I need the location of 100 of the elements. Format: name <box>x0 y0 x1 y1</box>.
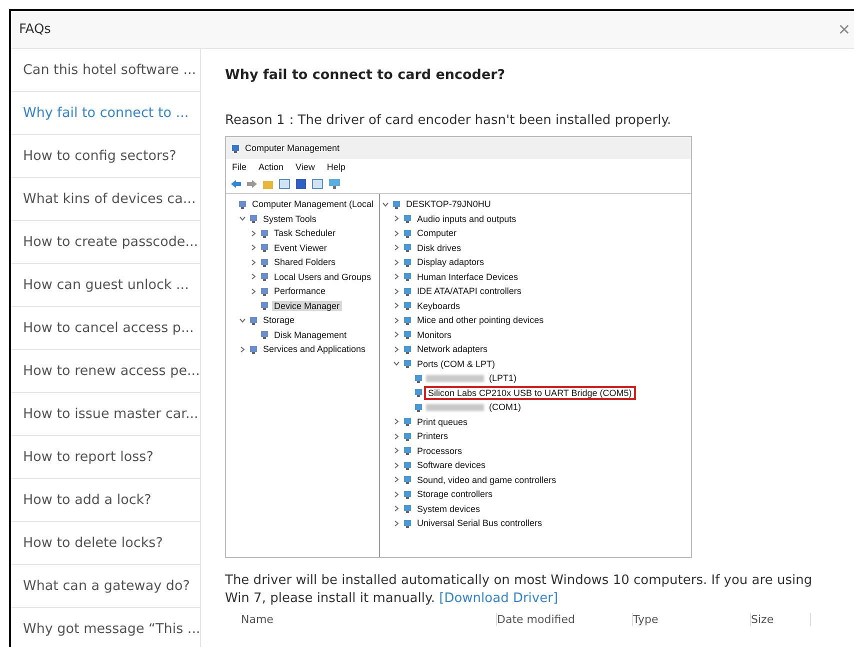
chevron-right-icon[interactable] <box>393 288 400 295</box>
device-icon <box>414 402 423 412</box>
chevron-right-icon[interactable] <box>393 244 400 252</box>
menu-item[interactable]: Help <box>326 162 346 172</box>
device-icon <box>403 417 412 426</box>
chevron-right-icon[interactable] <box>393 462 400 469</box>
device-icon <box>403 460 412 470</box>
chevron-right-icon[interactable] <box>393 505 400 512</box>
tree-item[interactable]: DESKTOP-79JN0HU <box>404 199 493 210</box>
device-icon <box>238 200 247 209</box>
tree-item[interactable]: IDE ATA/ATAPI controllers <box>415 286 524 296</box>
device-icon <box>260 286 269 296</box>
chevron-right-icon[interactable] <box>393 447 400 454</box>
tree-item[interactable]: Computer <box>415 228 459 238</box>
chevron-right-icon[interactable] <box>393 302 400 310</box>
chevron-right-icon[interactable] <box>393 346 400 353</box>
chevron-right-icon[interactable] <box>250 273 257 280</box>
column-header[interactable]: Date modified <box>497 613 633 626</box>
tree-item[interactable]: Services and Applications <box>261 344 368 354</box>
chevron-right-icon[interactable] <box>393 476 400 484</box>
device-icon <box>403 432 412 441</box>
device-icon <box>260 301 269 310</box>
tree-item[interactable]: System Tools <box>261 214 318 224</box>
chevron-right-icon[interactable] <box>250 288 257 295</box>
chevron-right-icon[interactable] <box>239 346 246 353</box>
chevron-down-icon[interactable] <box>382 200 389 208</box>
chevron-right-icon[interactable] <box>393 316 400 324</box>
back-arrow-icon[interactable] <box>231 180 241 188</box>
tree-item[interactable]: Disk Management <box>272 330 349 340</box>
tree-item[interactable]: Universal Serial Bus controllers <box>415 518 544 528</box>
tree-item[interactable]: Device Manager <box>272 300 342 311</box>
tree-item[interactable]: Display adaptors <box>415 257 486 268</box>
tree-item[interactable]: Processors <box>415 446 464 456</box>
tree-item[interactable]: Printers <box>415 431 450 442</box>
chevron-right-icon[interactable] <box>393 520 400 527</box>
chevron-right-icon[interactable] <box>250 230 257 237</box>
tree-item[interactable]: (LPT1) <box>487 373 519 384</box>
tree-item[interactable]: Software devices <box>415 460 488 470</box>
monitor-icon[interactable] <box>329 179 340 189</box>
tree-item[interactable]: Mice and other pointing devices <box>415 315 546 326</box>
chevron-down-icon[interactable] <box>239 215 246 222</box>
tree-item[interactable]: Storage <box>261 315 297 326</box>
download-driver-link[interactable]: [Download Driver] <box>439 590 558 606</box>
tree-item[interactable]: Network adapters <box>415 344 490 354</box>
tree-item[interactable]: Ports (COM & LPT) <box>415 358 498 369</box>
device-icon <box>403 243 412 252</box>
chevron-right-icon[interactable] <box>250 244 257 252</box>
tree-item[interactable]: Keyboards <box>415 300 462 311</box>
device-icon <box>403 214 412 224</box>
device-icon <box>403 301 412 310</box>
tree-item[interactable]: Disk drives <box>415 242 464 253</box>
menu-item[interactable]: File <box>232 162 247 172</box>
device-icon <box>403 272 412 282</box>
tree-item[interactable]: Print queues <box>415 416 470 427</box>
tree-item[interactable]: Silicon Labs CP210x USB to UART Bridge (COM5) <box>426 388 634 398</box>
tree-item[interactable]: Shared Folders <box>272 257 338 268</box>
chevron-right-icon[interactable] <box>393 418 400 426</box>
chevron-right-icon[interactable] <box>393 258 400 266</box>
chevron-down-icon[interactable] <box>239 316 246 324</box>
chevron-right-icon[interactable] <box>393 490 400 498</box>
chevron-right-icon[interactable] <box>393 432 400 440</box>
tree-item[interactable]: Task Scheduler <box>272 228 338 238</box>
forward-arrow-icon[interactable] <box>247 180 257 188</box>
device-icon <box>249 214 258 224</box>
chevron-right-icon[interactable] <box>393 230 400 237</box>
tree-item[interactable]: Local Users and Groups <box>272 272 374 282</box>
chevron-right-icon[interactable] <box>393 331 400 338</box>
tree-item[interactable]: Monitors <box>415 330 454 340</box>
device-icon <box>403 316 412 325</box>
device-icon <box>414 388 423 398</box>
device-icon <box>260 243 269 252</box>
chevron-right-icon[interactable] <box>393 273 400 280</box>
tree-item[interactable]: Performance <box>272 286 328 296</box>
panel-icon[interactable] <box>312 179 323 189</box>
column-header[interactable]: Type <box>633 613 751 626</box>
panel-icon[interactable] <box>279 179 290 189</box>
device-icon <box>403 330 412 340</box>
chevron-right-icon[interactable] <box>250 258 257 266</box>
device-icon <box>403 446 412 456</box>
reason-text: Reason 1：The driver of card encoder hasn't been installed properly. <box>225 112 672 129</box>
device-icon <box>249 344 258 354</box>
device-icon <box>260 228 269 238</box>
column-header[interactable]: Size <box>751 613 811 626</box>
menu-item[interactable]: View <box>296 162 315 172</box>
tree-item[interactable]: Storage controllers <box>415 489 495 500</box>
chevron-down-icon[interactable] <box>393 360 400 368</box>
tree-item[interactable]: System devices <box>415 504 482 514</box>
device-icon <box>260 330 269 340</box>
tree-item[interactable]: Sound, video and game controllers <box>415 474 558 485</box>
window-title: FAQs <box>19 22 51 37</box>
device-icon <box>260 272 269 282</box>
column-header[interactable]: Name <box>241 613 497 626</box>
tree-item[interactable]: (COM1) <box>487 402 523 412</box>
menu-item[interactable]: Action <box>258 162 284 172</box>
tree-item[interactable]: Event Viewer <box>272 242 329 253</box>
tree-item[interactable]: Human Interface Devices <box>415 272 520 282</box>
tree-item[interactable]: Computer Management (Local <box>250 199 376 210</box>
chevron-right-icon[interactable] <box>393 215 400 222</box>
device-icon <box>392 200 401 209</box>
tree-item[interactable]: Audio inputs and outputs <box>415 214 518 224</box>
